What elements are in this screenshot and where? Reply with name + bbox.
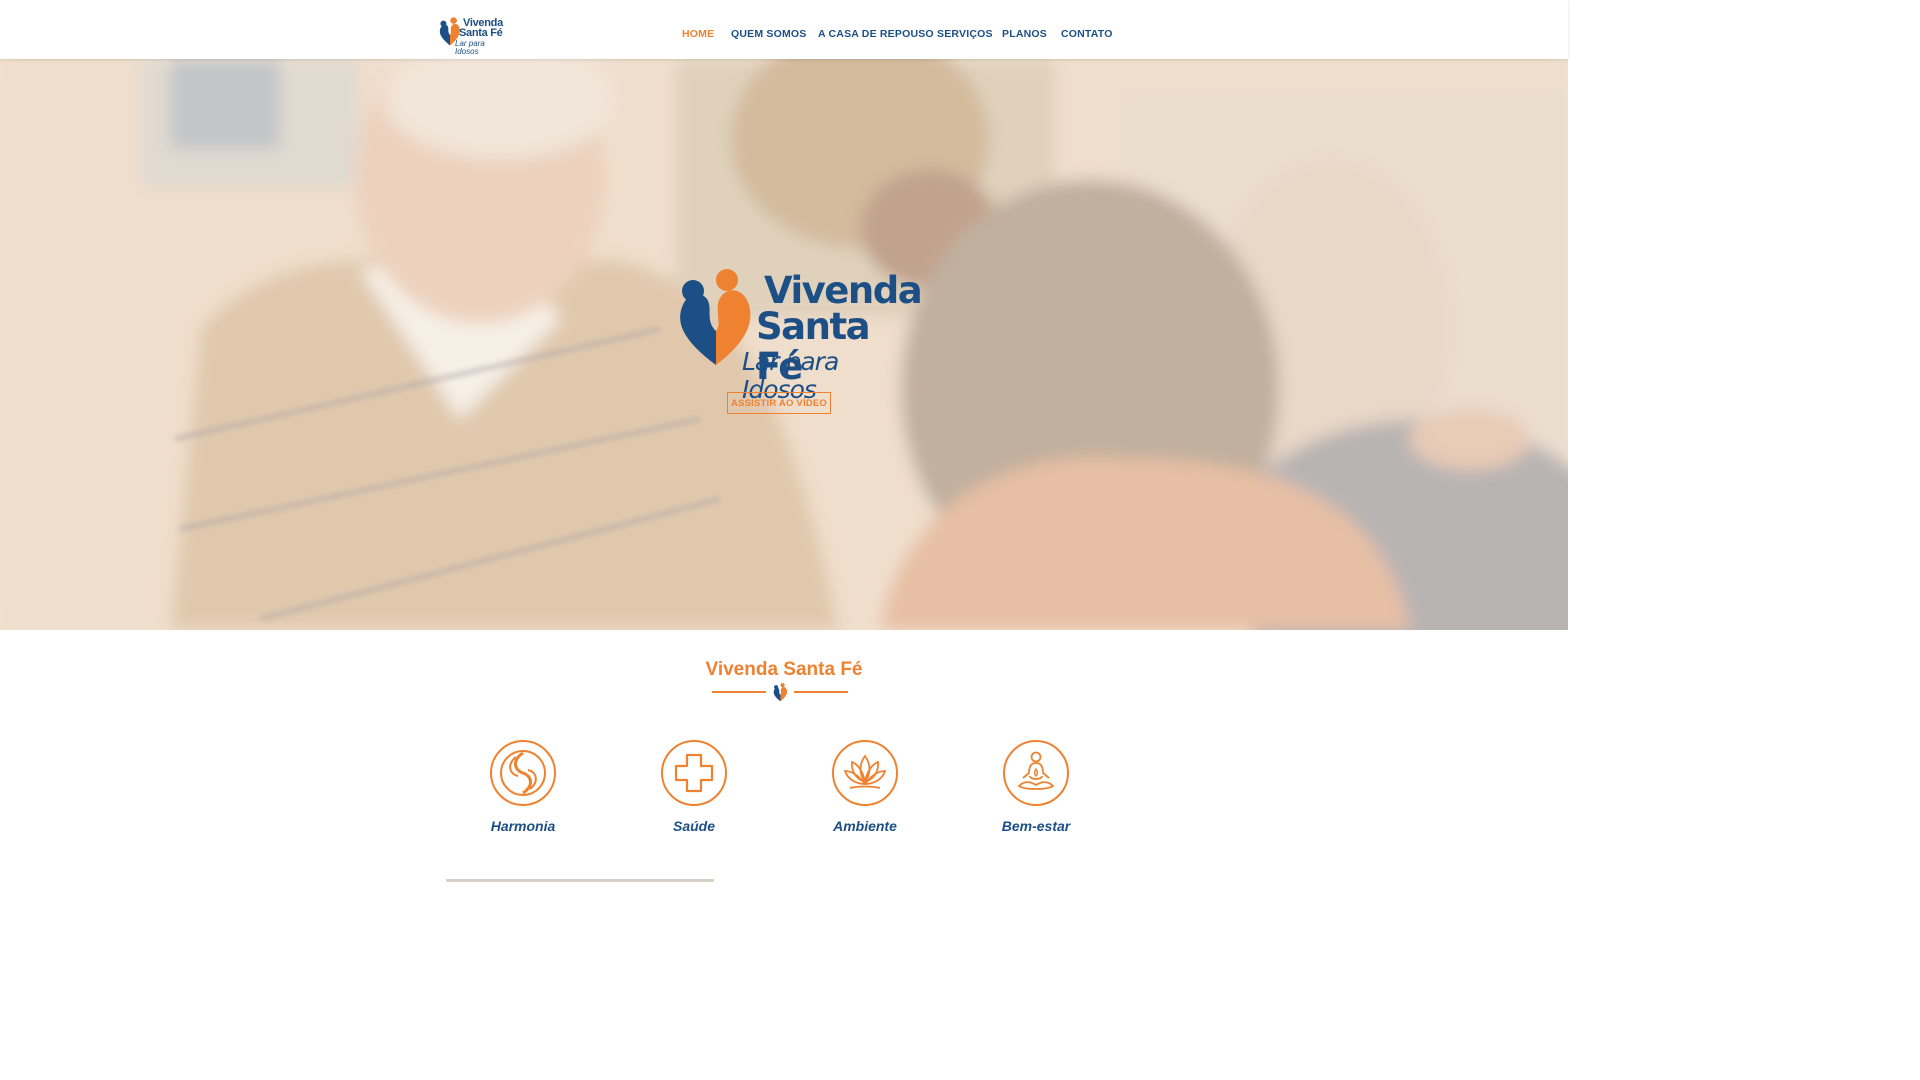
feature-label: Harmonia bbox=[490, 818, 556, 834]
lotus-icon bbox=[843, 754, 887, 789]
next-section-edge bbox=[446, 879, 714, 882]
nav-casa-de-repouso[interactable]: A CASA DE REPOUSO bbox=[818, 28, 934, 40]
feature-icon-circle bbox=[1003, 740, 1069, 806]
nav-servicos[interactable]: SERVIÇOS bbox=[937, 28, 993, 40]
section-title: Vivenda Santa Fé bbox=[705, 659, 863, 680]
feature-bem-estar: Bem-estar bbox=[971, 740, 1101, 834]
title-divider-left bbox=[712, 691, 766, 693]
feature-label: Saúde bbox=[672, 818, 715, 834]
health-cross-icon bbox=[674, 753, 714, 793]
nav-home[interactable]: HOME bbox=[682, 28, 714, 40]
nav-quem-somos[interactable]: QUEM SOMOS bbox=[731, 28, 807, 40]
harmony-swirl-icon bbox=[500, 750, 546, 796]
watch-video-button[interactable]: ASSISTIR AO VÍDEO bbox=[727, 392, 831, 414]
nav-contato[interactable]: CONTATO bbox=[1061, 28, 1113, 40]
hero-logo: Vivenda Santa Fé Lar para Idosos bbox=[676, 269, 923, 404]
nav-planos[interactable]: PLANOS bbox=[1002, 28, 1047, 40]
feature-ambiente: Ambiente bbox=[800, 740, 930, 834]
title-divider-right bbox=[794, 691, 848, 693]
hero-section: Vivenda Santa Fé Lar para Idosos ASSISTI… bbox=[0, 59, 1568, 630]
feature-icon-circle bbox=[661, 740, 727, 806]
feature-harmonia: Harmonia bbox=[458, 740, 588, 834]
header-logo-line3: Lar para Idosos bbox=[455, 39, 485, 56]
feature-icon-circle bbox=[832, 740, 898, 806]
site-header: Vivenda Santa Fé Lar para Idosos HOME QU… bbox=[0, 0, 1568, 59]
header-logo[interactable]: Vivenda Santa Fé Lar para Idosos bbox=[437, 15, 503, 56]
logo-mark-icon bbox=[773, 683, 788, 702]
header-logo-line2: Santa Fé bbox=[459, 27, 503, 39]
meditation-icon bbox=[1017, 751, 1055, 790]
feature-label: Bem-estar bbox=[1001, 818, 1071, 834]
feature-label: Ambiente bbox=[833, 818, 897, 834]
feature-saude: Saúde bbox=[629, 740, 759, 834]
feature-icon-circle bbox=[490, 740, 556, 806]
